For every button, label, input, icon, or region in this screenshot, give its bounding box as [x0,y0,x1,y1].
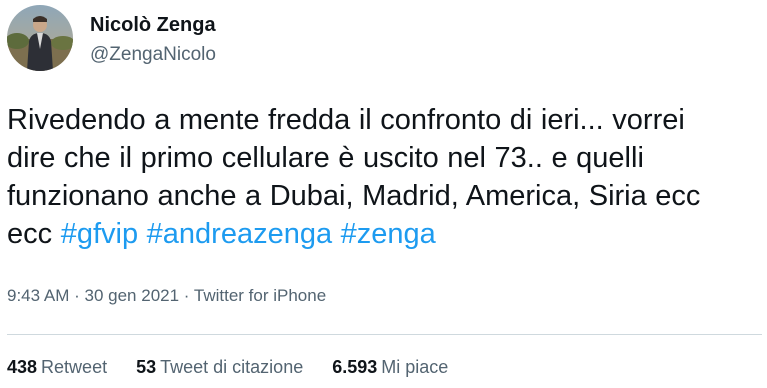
tweet-line-last: ecc #gfvip #andreazenga #zenga [7,215,762,253]
tweet-line: Rivedendo a mente fredda il confronto di… [7,104,685,136]
retweets-stat[interactable]: 438 Retweet [7,357,107,378]
profile-photo-icon [7,5,73,71]
tweet-time[interactable]: 9:43 AM [7,286,69,305]
tweet-source[interactable]: Twitter for iPhone [194,286,326,305]
likes-stat[interactable]: 6.593 Mi piace [332,357,448,378]
quotes-label: Tweet di citazione [160,357,304,377]
likes-count: 6.593 [332,357,378,377]
meta-separator: · [183,286,190,305]
author-name[interactable]: Nicolò Zenga [90,14,216,37]
tweet-card: Nicolò Zenga @ZengaNicolo Rivedendo a me… [0,0,767,388]
author-handle[interactable]: @ZengaNicolo [90,44,216,66]
hashtag-link[interactable]: #andreazenga [147,218,332,250]
quotes-count: 53 [136,357,157,377]
divider [7,334,762,335]
tweet-text: Rivedendo a mente fredda il confronto di… [7,101,762,253]
tweet-stats: 438 Retweet 53 Tweet di citazione 6.593 Mi … [7,357,472,378]
hashtag-link[interactable]: #zenga [341,218,436,250]
tweet-line-prefix: ecc [7,218,53,250]
retweets-label: Retweet [41,357,108,377]
avatar[interactable] [7,5,73,71]
likes-label: Mi piace [381,357,449,377]
tweet-meta: 9:43 AM · 30 gen 2021 · Twitter for iPho… [7,286,326,306]
tweet-line: funzionano anche a Dubai, Madrid, Americ… [7,180,701,212]
tweet-line: dire che il primo cellulare è uscito nel… [7,142,644,174]
meta-separator: · [74,286,80,305]
tweet-date[interactable]: 30 gen 2021 [85,286,180,305]
hashtag-link[interactable]: #gfvip [61,218,138,250]
retweets-count: 438 [7,357,38,377]
quotes-stat[interactable]: 53 Tweet di citazione [136,357,303,378]
